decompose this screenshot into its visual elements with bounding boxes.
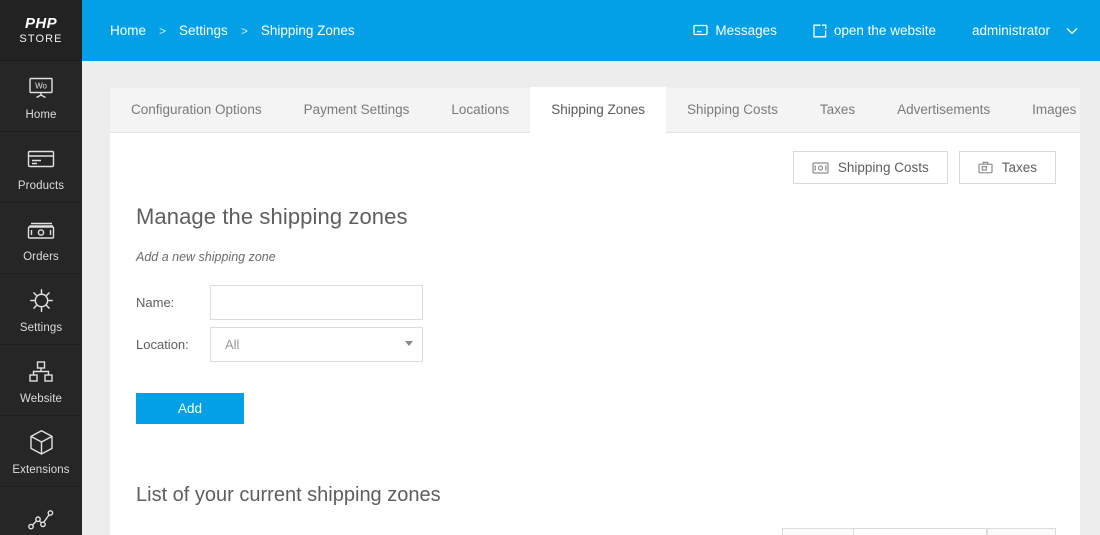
add-shipping-zone-form: Name: Location: All [136,282,1056,365]
main-column: Home > Settings > Shipping Zones Message… [82,0,1100,535]
logo[interactable]: PHP STORE [0,0,82,61]
shipping-costs-button-label: Shipping Costs [837,160,929,175]
add-button[interactable]: Add [136,393,244,424]
search-input[interactable] [853,528,987,535]
chevron-down-icon [1066,27,1078,35]
list-title: List of your current shipping zones [136,484,441,506]
breadcrumb-item-shipping-zones[interactable]: Shipping Zones [259,23,357,38]
panel-toolbar: Shipping Costs Taxes [134,151,1056,184]
tab-taxes[interactable]: Taxes [799,87,876,132]
panel-wrapper: Configuration Options Payment Settings L… [110,87,1080,535]
logo-secondary-text: STORE [19,32,63,45]
logo-primary-text: PHP [24,14,58,32]
money-icon [812,161,829,174]
sidebar-item-label: Extensions [12,463,70,476]
sitemap-icon [28,356,54,388]
cube-icon [29,427,54,459]
message-icon [693,24,709,37]
sidebar-item-label: Settings [19,321,63,334]
sidebar-item-label: Orders [23,250,59,263]
sidebar-item-settings[interactable]: Settings [0,274,82,345]
tab-images[interactable]: Images [1011,87,1097,132]
money-icon [27,214,55,246]
location-form-row: Location: All [136,324,1056,365]
user-menu[interactable]: administrator [972,23,1078,38]
sidebar-item-label: Website [19,392,63,405]
sidebar-item-label: Home [25,108,57,121]
tab-shipping-zones[interactable]: Shipping Zones [530,87,667,133]
tab-payment-settings[interactable]: Payment Settings [283,87,431,132]
gear-icon [28,285,55,317]
location-select[interactable]: All [210,327,423,362]
svg-text:Wo: Wo [35,81,47,90]
open-website-label: open the website [833,23,936,38]
messages-label: Messages [715,23,777,38]
breadcrumb-item-home[interactable]: Home [108,23,148,38]
app-root: PHP STORE Wo Home Products Orders Settin… [0,0,1100,535]
search-field-select[interactable]: Name [782,528,854,535]
breadcrumb: Home > Settings > Shipping Zones [108,23,357,38]
sidebar-item-statistics[interactable] [0,487,82,535]
topbar-actions: Messages open the website administrator [657,23,1078,38]
name-form-row: Name: [136,282,1056,323]
breadcrumb-item-settings[interactable]: Settings [177,23,230,38]
sidebar-item-website[interactable]: Website [0,345,82,416]
tab-configuration-options[interactable]: Configuration Options [110,87,283,132]
statistics-icon [27,504,55,535]
tab-locations[interactable]: Locations [430,87,530,132]
sidebar: PHP STORE Wo Home Products Orders Settin… [0,0,82,535]
name-input[interactable] [210,285,423,320]
open-website-link[interactable]: open the website [813,23,936,38]
taxes-button[interactable]: Taxes [958,151,1056,184]
panel-body: Shipping Costs Taxes Manage the shipping… [110,133,1080,535]
tab-shipping-costs[interactable]: Shipping Costs [666,87,799,132]
taxes-button-label: Taxes [1001,160,1037,175]
shipping-costs-button[interactable]: Shipping Costs [792,151,948,184]
sidebar-item-products[interactable]: Products [0,132,82,203]
sidebar-item-extensions[interactable]: Extensions [0,416,82,487]
breadcrumb-separator: > [159,23,167,38]
name-label: Name: [136,295,175,310]
topbar: Home > Settings > Shipping Zones Message… [82,0,1100,61]
search-button[interactable]: Search [986,528,1056,535]
briefcase-icon [978,161,993,174]
tab-advertisements[interactable]: Advertisements [876,87,1011,132]
sidebar-item-home[interactable]: Wo Home [0,61,82,132]
external-link-icon [813,24,827,38]
search-row: Search in: Name Search [134,528,1056,535]
breadcrumb-separator: > [240,23,248,38]
card-icon [27,143,55,175]
sidebar-item-label: Products [17,179,65,192]
tab-bar: Configuration Options Payment Settings L… [110,87,1080,133]
location-select-wrapper: All [210,327,423,362]
form-subheading: Add a new shipping zone [136,250,276,264]
location-label: Location: [136,337,189,352]
content-area: Configuration Options Payment Settings L… [82,61,1100,535]
monitor-icon: Wo [28,72,54,104]
page-title: Manage the shipping zones [136,204,408,229]
user-menu-label: administrator [971,23,1050,38]
sidebar-item-orders[interactable]: Orders [0,203,82,274]
messages-link[interactable]: Messages [693,23,777,38]
